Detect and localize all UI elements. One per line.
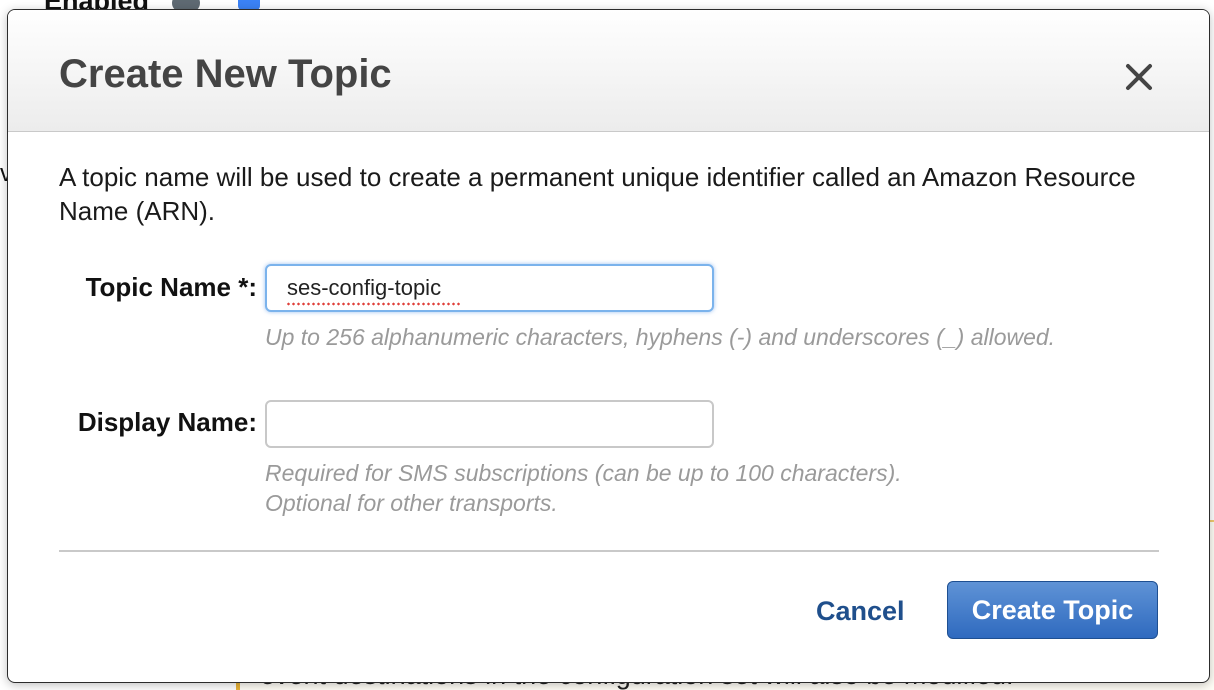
- display-name-label: Display Name:: [77, 407, 257, 437]
- display-name-hint-line1: Required for SMS subscriptions (can be u…: [265, 460, 902, 486]
- create-topic-dialog: Create New Topic A topic name will be us…: [7, 9, 1210, 683]
- footer-divider: [59, 550, 1159, 552]
- close-icon: [1126, 64, 1152, 90]
- close-button[interactable]: [1120, 58, 1158, 96]
- create-topic-button[interactable]: Create Topic: [947, 581, 1158, 639]
- dialog-description: A topic name will be used to create a pe…: [59, 162, 1136, 226]
- topic-name-hint: Up to 256 alphanumeric characters, hyphe…: [265, 324, 1056, 350]
- cancel-button[interactable]: Cancel: [816, 596, 905, 627]
- display-name-hint-line2: Optional for other transports.: [265, 490, 558, 516]
- spellcheck-underline: [286, 302, 462, 306]
- topic-name-label: Topic Name *:: [85, 272, 257, 302]
- display-name-hint: Required for SMS subscriptions (can be u…: [265, 458, 1065, 518]
- display-name-input[interactable]: [265, 400, 714, 448]
- dialog-header: Create New Topic: [8, 10, 1209, 132]
- dialog-title: Create New Topic: [59, 52, 392, 96]
